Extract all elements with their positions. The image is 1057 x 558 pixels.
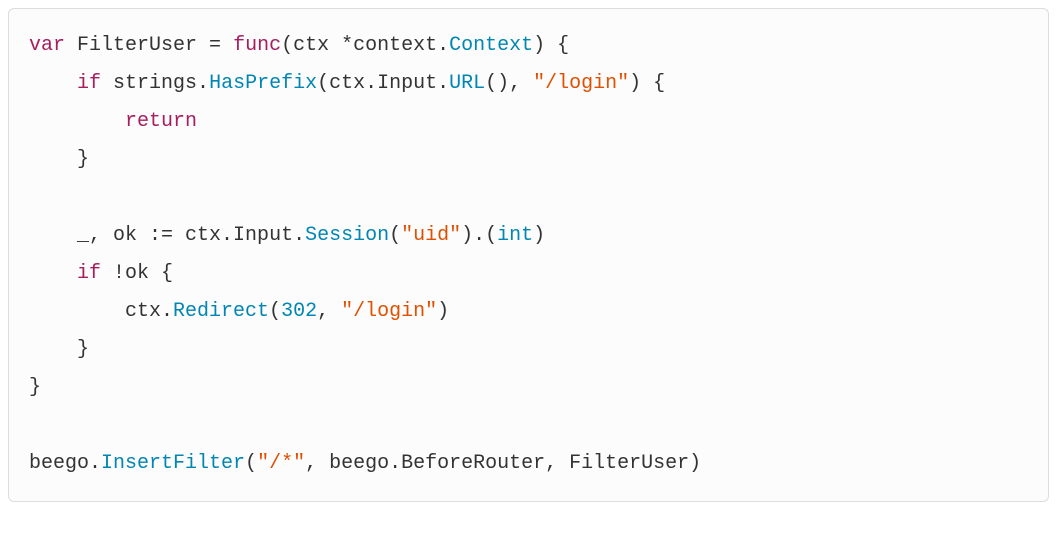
code-token: FilterUser [65, 34, 209, 57]
code-token: _, ok [29, 224, 149, 247]
code-token: (ctx [281, 34, 341, 57]
code-token: "/*" [257, 452, 305, 475]
code-token: strings. [101, 72, 209, 95]
code-content: var FilterUser = func(ctx *context.Conte… [29, 27, 1028, 483]
code-token: (ctx.Input. [317, 72, 449, 95]
code-token: InsertFilter [101, 452, 245, 475]
code-token: "/login" [533, 72, 629, 95]
code-token: var [29, 34, 65, 57]
code-token: if [77, 262, 101, 285]
code-token: Redirect [173, 300, 269, 323]
code-token: (), [485, 72, 533, 95]
code-token: 302 [281, 300, 317, 323]
code-token: , [317, 300, 341, 323]
code-token: beego. [29, 452, 101, 475]
code-token: ) { [533, 34, 569, 57]
code-token: ).( [461, 224, 497, 247]
code-token: return [125, 110, 197, 133]
code-token: ( [245, 452, 257, 475]
code-token: HasPrefix [209, 72, 317, 95]
code-token: ctx. [29, 300, 173, 323]
code-token: } [29, 338, 89, 361]
code-token: = [209, 34, 221, 57]
code-token [29, 72, 77, 95]
code-token: int [497, 224, 533, 247]
code-token [221, 34, 233, 57]
code-token: URL [449, 72, 485, 95]
code-token: "/login" [341, 300, 437, 323]
code-token: ) { [629, 72, 665, 95]
code-token: . [437, 34, 449, 57]
code-token: Session [305, 224, 389, 247]
code-token: } [29, 148, 89, 171]
code-token: , beego.BeforeRouter, FilterUser) [305, 452, 701, 475]
code-token: context [353, 34, 437, 57]
code-token: if [77, 72, 101, 95]
code-token: !ok { [101, 262, 173, 285]
code-token: ( [389, 224, 401, 247]
code-token: } [29, 376, 41, 399]
code-block: var FilterUser = func(ctx *context.Conte… [8, 8, 1049, 502]
code-token: func [233, 34, 281, 57]
code-token [29, 262, 77, 285]
code-token: Context [449, 34, 533, 57]
code-token [29, 110, 125, 133]
code-token: "uid" [401, 224, 461, 247]
code-token: := [149, 224, 173, 247]
code-token: ) [437, 300, 449, 323]
code-token: * [341, 34, 353, 57]
code-token: ( [269, 300, 281, 323]
code-token: ) [533, 224, 545, 247]
code-token: ctx.Input. [173, 224, 305, 247]
